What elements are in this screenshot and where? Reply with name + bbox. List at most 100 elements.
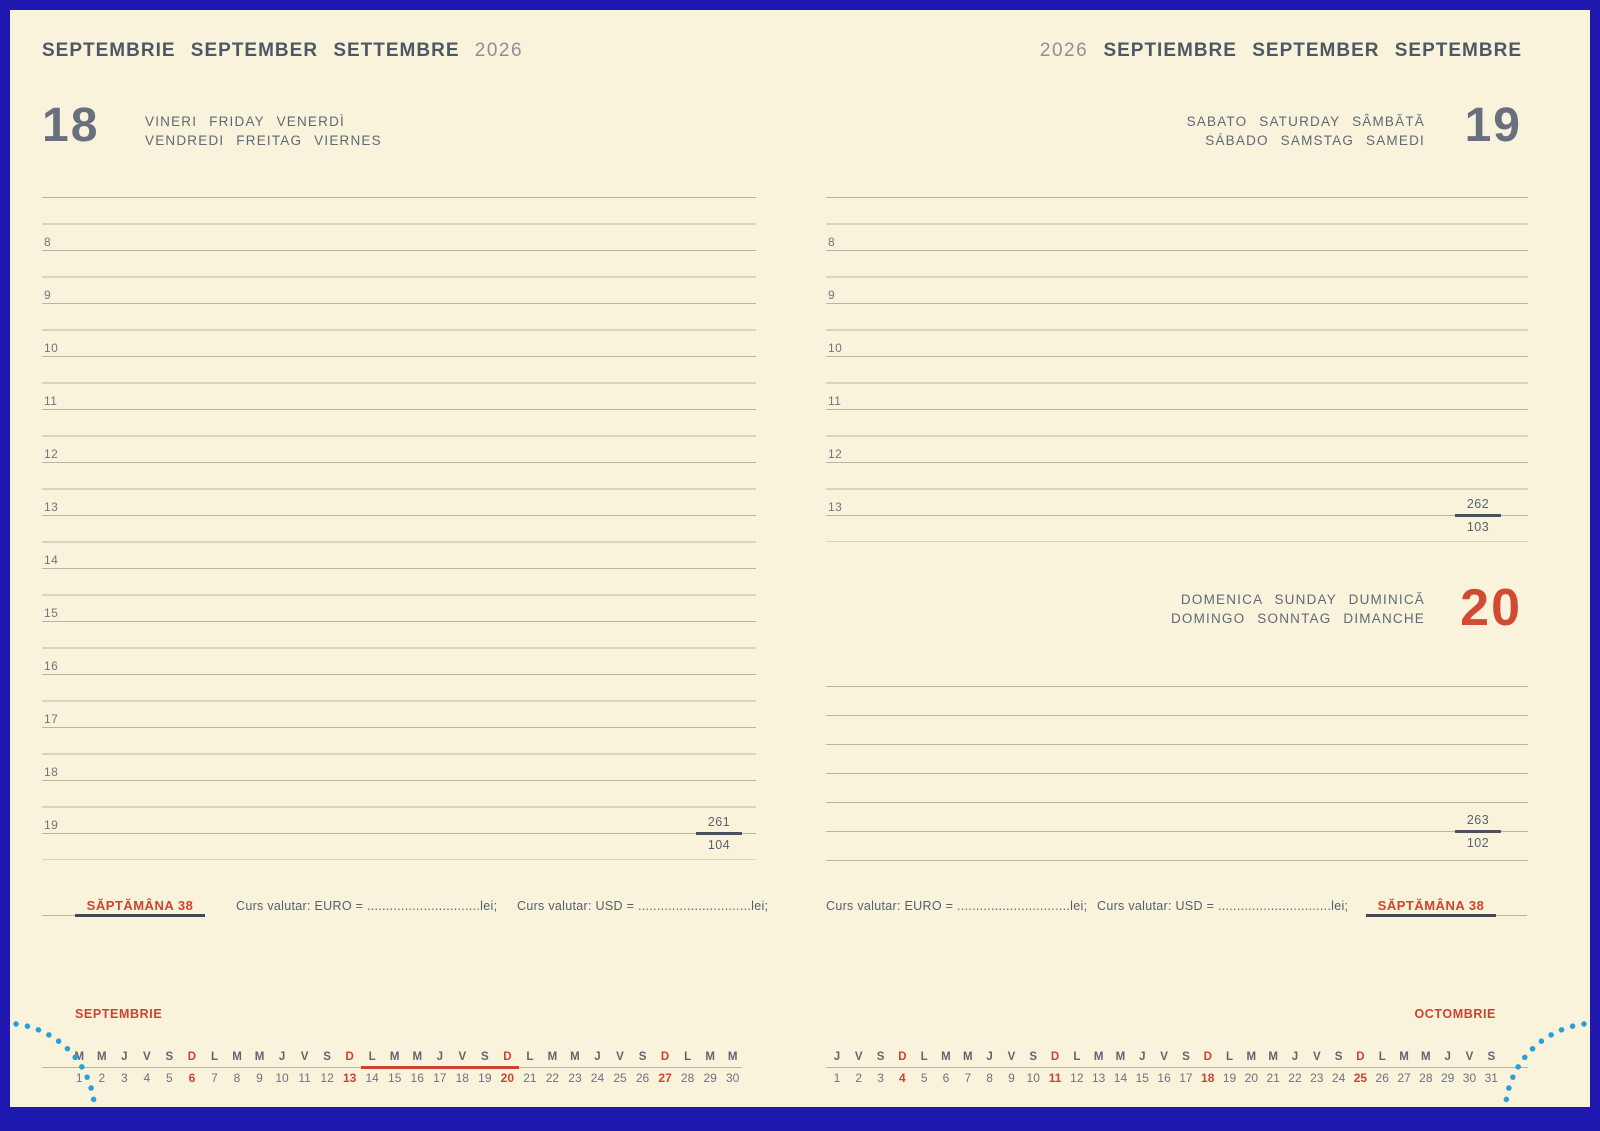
footer-rule-left [42,915,75,916]
weekday-letter: M [1415,1051,1437,1063]
mini-cal-day: 25 [609,1071,632,1085]
mini-cal-day: 2 [91,1071,114,1085]
day-number-left: 18 [42,102,99,150]
mini-cal-day: 3 [113,1071,136,1085]
currency-euro-left: Curs valutar: EURO = ...................… [236,899,497,913]
mini-cal-day-row-left: 1234567891011121314151617181920212223242… [68,1071,744,1085]
day-names-left: VINERI FRIDAY VENERDÌ VENDREDI FREITAG V… [145,112,382,150]
month-title-right-text: SEPTIEMBRE SEPTEMBER SEPTEMBRE [1103,40,1522,61]
weekday-letter: S [474,1051,497,1063]
day-names-sunday-line1: DOMENICA SUNDAY DUMINICĂ [1171,590,1425,609]
weekday-letter: M [541,1051,564,1063]
weekday-letter: S [1480,1051,1502,1063]
hour-label: 8 [44,235,51,249]
weekday-letter: S [631,1051,654,1063]
day-of-year-sunday: 263 [1455,813,1501,827]
weekday-letter: S [316,1051,339,1063]
weekday-letter: S [1175,1051,1197,1063]
mini-cal-day: 13 [338,1071,361,1085]
mini-cal-day: 20 [1240,1071,1262,1085]
mini-cal-day: 15 [383,1071,406,1085]
month-title-right: 2026 SEPTIEMBRE SEPTEMBER SEPTEMBRE [1040,40,1522,62]
weekday-letter: L [913,1051,935,1063]
weekday-letter: D [1350,1051,1372,1063]
weekday-letter: M [91,1051,114,1063]
hour-label: 13 [828,500,842,514]
weekday-letter: M [248,1051,271,1063]
weekday-letter: S [1022,1051,1044,1063]
weekday-letter: J [1437,1051,1459,1063]
weekday-letter: M [564,1051,587,1063]
weekday-letter: M [68,1051,91,1063]
mini-cal-day: 27 [1393,1071,1415,1085]
mini-cal-day: 15 [1131,1071,1153,1085]
weekday-letter: V [609,1051,632,1063]
mini-cal-day: 9 [1001,1071,1023,1085]
mini-cal-day: 10 [271,1071,294,1085]
currency-euro-right: Curs valutar: EURO = ...................… [826,899,1087,913]
hour-label: 8 [828,235,835,249]
mini-cal-day: 19 [474,1071,497,1085]
day-names-left-line1: VINERI FRIDAY VENERDÌ [145,112,382,131]
mini-cal-day: 25 [1350,1071,1372,1085]
weekday-letter: L [1371,1051,1393,1063]
mini-cal-day: 18 [1197,1071,1219,1085]
weekday-letter: L [519,1051,542,1063]
day-of-year-divider-left [696,832,742,835]
day-number-right: 19 [1465,102,1522,150]
mini-cal-day: 14 [361,1071,384,1085]
page-right-weekend: 2026 SEPTIEMBRE SEPTEMBER SEPTEMBRE 19 S… [826,10,1532,1107]
mini-cal-day: 17 [429,1071,452,1085]
hour-label: 10 [828,341,842,355]
mini-cal-day: 29 [699,1071,722,1085]
day-names-right-line1: SABATO SATURDAY SÂMBĂTĂ [1187,112,1425,131]
day-of-year-divider-right [1455,514,1501,517]
mini-cal-day: 28 [1415,1071,1437,1085]
mini-cal-day: 21 [519,1071,542,1085]
days-remaining-left: 104 [696,838,742,852]
weekday-letter: V [1153,1051,1175,1063]
weekday-letter: D [181,1051,204,1063]
page-left-friday: SEPTEMBRIE SEPTEMBER SETTEMBRE 2026 18 V… [42,10,756,1107]
mini-cal-day: 5 [158,1071,181,1085]
weekday-letter: M [1393,1051,1415,1063]
day-names-sunday: DOMENICA SUNDAY DUMINICĂ DOMINGO SONNTAG… [1171,590,1425,628]
weekday-letter: D [1044,1051,1066,1063]
day-names-left-line2: VENDREDI FREITAG VIERNES [145,131,382,150]
weekday-letter: M [1262,1051,1284,1063]
mini-cal-day: 20 [496,1071,519,1085]
weekday-letter: M [226,1051,249,1063]
days-remaining-right: 103 [1455,520,1501,534]
hour-label: 9 [44,288,51,302]
day-of-year-left: 261 [696,815,742,829]
weekday-letter: S [158,1051,181,1063]
mini-cal-weekday-row-right: JVSDLMMJVSDLMMJVSDLMMJVSDLMMJVS [826,1051,1502,1063]
mini-cal-day: 16 [1153,1071,1175,1085]
mini-cal-day: 26 [631,1071,654,1085]
weekday-letter: M [721,1051,744,1063]
mini-cal-day: 27 [654,1071,677,1085]
hour-grid-sunday: 263 102 [826,686,1528,861]
weekday-letter: M [699,1051,722,1063]
weekday-letter: L [361,1051,384,1063]
weekday-letter: J [826,1051,848,1063]
days-remaining-sunday: 102 [1455,836,1501,850]
mini-cal-day: 26 [1371,1071,1393,1085]
mini-cal-day: 11 [1044,1071,1066,1085]
mini-cal-day: 10 [1022,1071,1044,1085]
mini-cal-day: 22 [541,1071,564,1085]
weekday-letter: L [676,1051,699,1063]
mini-cal-day: 2 [848,1071,870,1085]
weekday-letter: M [935,1051,957,1063]
week-label-right: SĂPTĂMÂNA 38 [1366,898,1496,913]
mini-cal-day: 14 [1110,1071,1132,1085]
day-names-sunday-line2: DOMINGO SONNTAG DIMANCHE [1171,609,1425,628]
hour-label: 15 [44,606,58,620]
weekday-letter: J [271,1051,294,1063]
hour-label: 14 [44,553,58,567]
hour-label: 13 [44,500,58,514]
mini-cal-day: 22 [1284,1071,1306,1085]
weekday-letter: V [293,1051,316,1063]
weekday-letter: M [1088,1051,1110,1063]
hour-label: 11 [44,394,57,408]
